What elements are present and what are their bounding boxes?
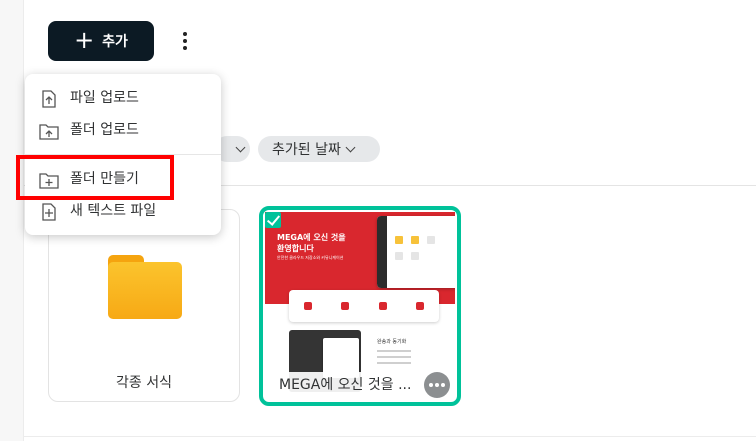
- folder-icon: [108, 255, 182, 319]
- menu-item-label: 폴더 만들기: [70, 171, 139, 187]
- menu-item-file-upload[interactable]: 파일 업로드: [25, 82, 221, 114]
- menu-item-create-folder[interactable]: 폴더 만들기: [25, 163, 221, 195]
- folder-card[interactable]: 각종 서식: [48, 209, 240, 402]
- thumbnail-app-window: [377, 216, 455, 288]
- file-more-button[interactable]: [424, 372, 450, 398]
- chevron-down-icon: [235, 142, 246, 152]
- menu-item-label: 새 텍스트 파일: [70, 203, 157, 219]
- selected-checkmark-icon[interactable]: [265, 212, 281, 228]
- plus-icon: +: [74, 25, 95, 54]
- menu-item-new-text-file[interactable]: 새 텍스트 파일: [25, 195, 221, 227]
- menu-divider: [25, 154, 221, 155]
- folder-name: 각종 서식: [116, 375, 172, 391]
- file-card-selected[interactable]: MEGA에 오신 것을 환영합니다 안전한 클라우드 저장소와 커뮤니케이션 완…: [259, 206, 461, 406]
- menu-item-folder-upload[interactable]: 폴더 업로드: [25, 114, 221, 146]
- menu-item-label: 폴더 업로드: [70, 122, 139, 138]
- filter-chip-label: 추가된 날짜: [272, 142, 341, 158]
- create-folder-icon: [39, 173, 59, 189]
- new-text-file-icon: [42, 203, 56, 221]
- kebab-vertical-icon: [183, 32, 187, 36]
- add-button[interactable]: + 추가: [48, 21, 154, 61]
- more-options-button[interactable]: [175, 28, 195, 54]
- bottom-border: [24, 436, 756, 437]
- file-name: MEGA에 오신 것을 ...: [275, 372, 433, 398]
- thumbnail-feature-row: [289, 290, 439, 322]
- filter-chip-date-added[interactable]: 추가된 날짜: [258, 136, 380, 162]
- left-sidebar-strip: [0, 0, 24, 441]
- thumbnail-feature-text: 완송과 동기화: [377, 338, 411, 364]
- file-upload-icon: [42, 90, 56, 108]
- folder-upload-icon: [39, 124, 59, 140]
- thumbnail-title: MEGA에 오신 것을 환영합니다: [277, 233, 346, 253]
- chevron-down-icon: [345, 142, 356, 152]
- thumbnail-subtitle: 안전한 클라우드 저장소와 커뮤니케이션: [277, 255, 344, 260]
- more-horizontal-icon: [429, 383, 433, 387]
- menu-item-label: 파일 업로드: [70, 90, 139, 106]
- add-button-label: 추가: [102, 34, 128, 50]
- add-dropdown-menu: 파일 업로드 폴더 업로드 폴더 만들기 새 텍스트 파일: [25, 74, 221, 235]
